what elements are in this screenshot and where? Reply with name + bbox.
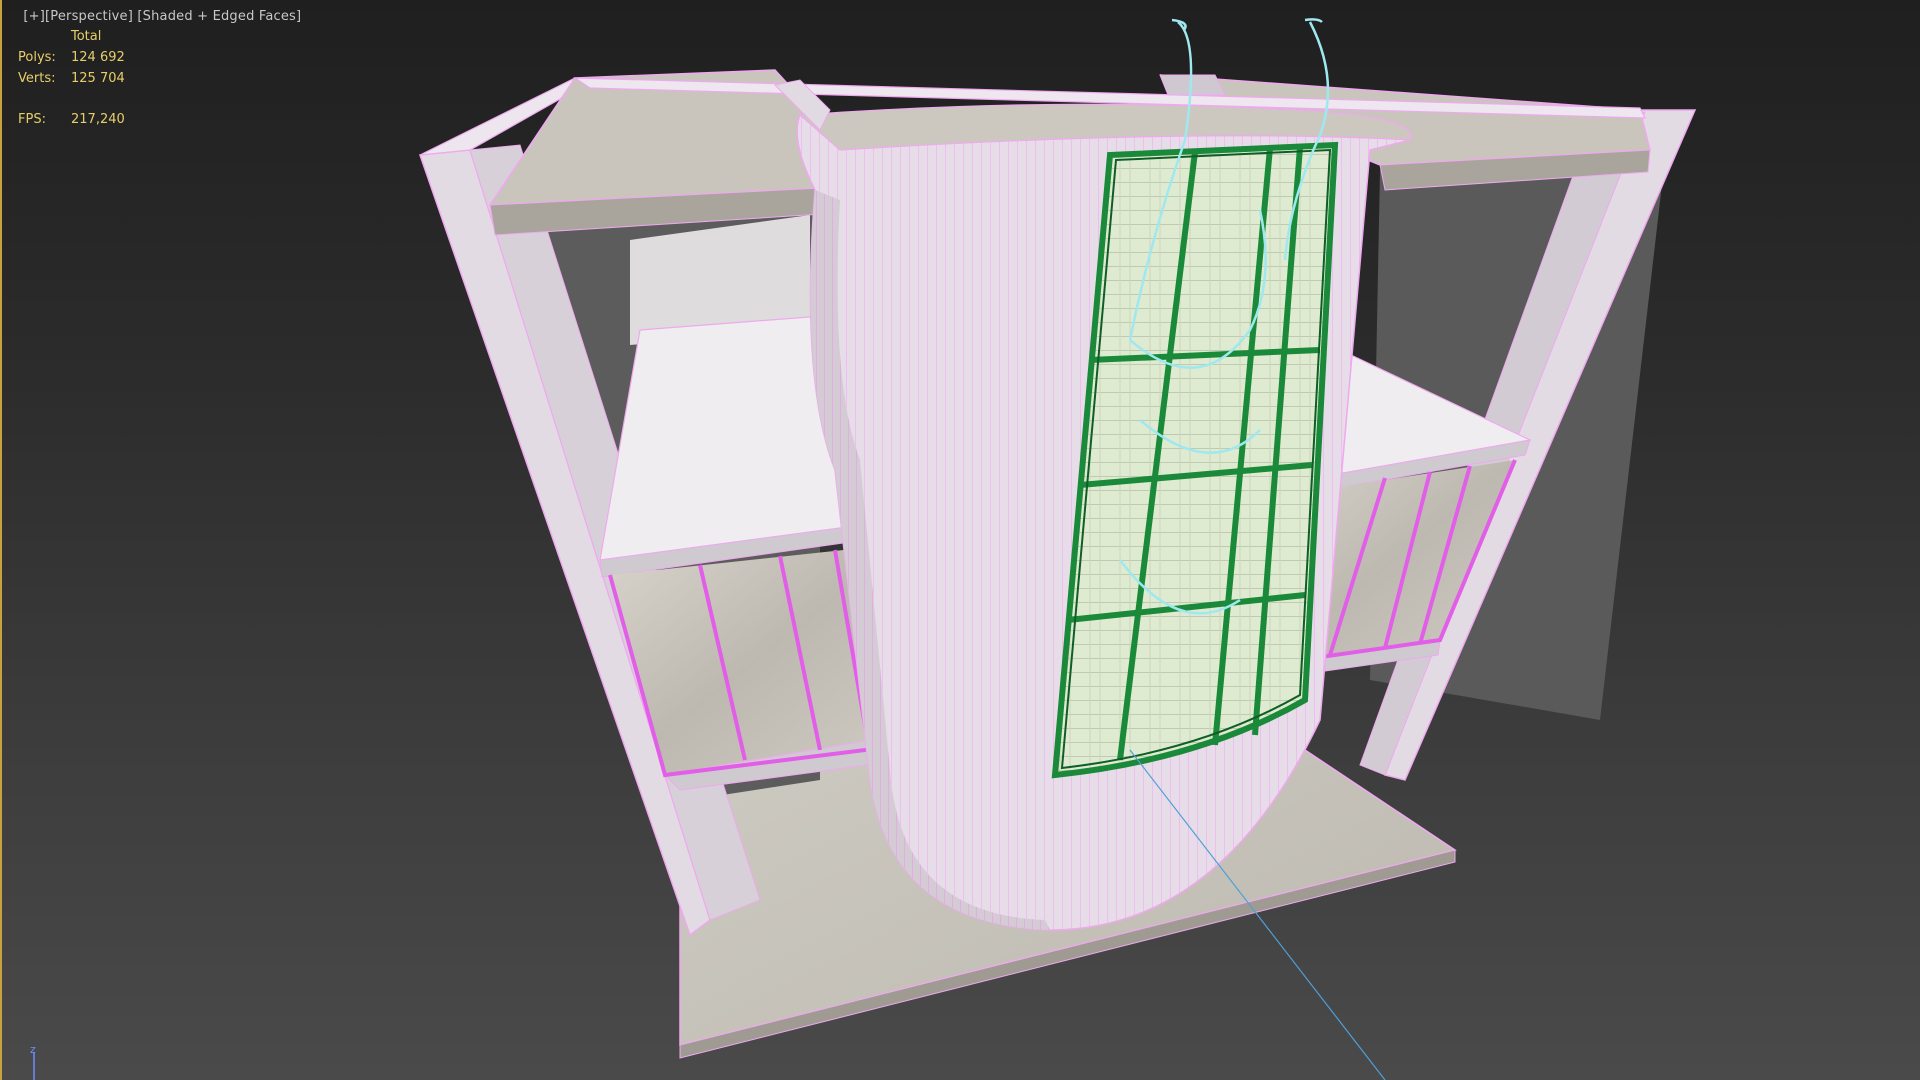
axis-z-label: z — [30, 1043, 36, 1056]
fps-label: FPS: — [18, 112, 46, 127]
fps-value: 217,240 — [71, 112, 125, 127]
perspective-viewport[interactable]: [+][Perspective] [Shaded + Edged Faces] … — [0, 0, 1920, 1080]
verts-label: Verts: — [18, 71, 56, 86]
viewport-shading-menu[interactable]: [Shaded + Edged Faces] — [137, 9, 301, 24]
polys-label: Polys: — [18, 50, 56, 65]
scene-render[interactable] — [0, 0, 1920, 1080]
viewport-statistics: Total Polys: 124 692 Verts: 125 704 FPS:… — [18, 26, 125, 130]
stats-header: Total — [71, 29, 102, 44]
viewport-plus-menu[interactable]: [+] — [23, 9, 45, 24]
verts-value: 125 704 — [71, 71, 125, 86]
viewport-view-menu[interactable]: [Perspective] — [45, 9, 133, 24]
polys-value: 124 692 — [71, 50, 125, 65]
